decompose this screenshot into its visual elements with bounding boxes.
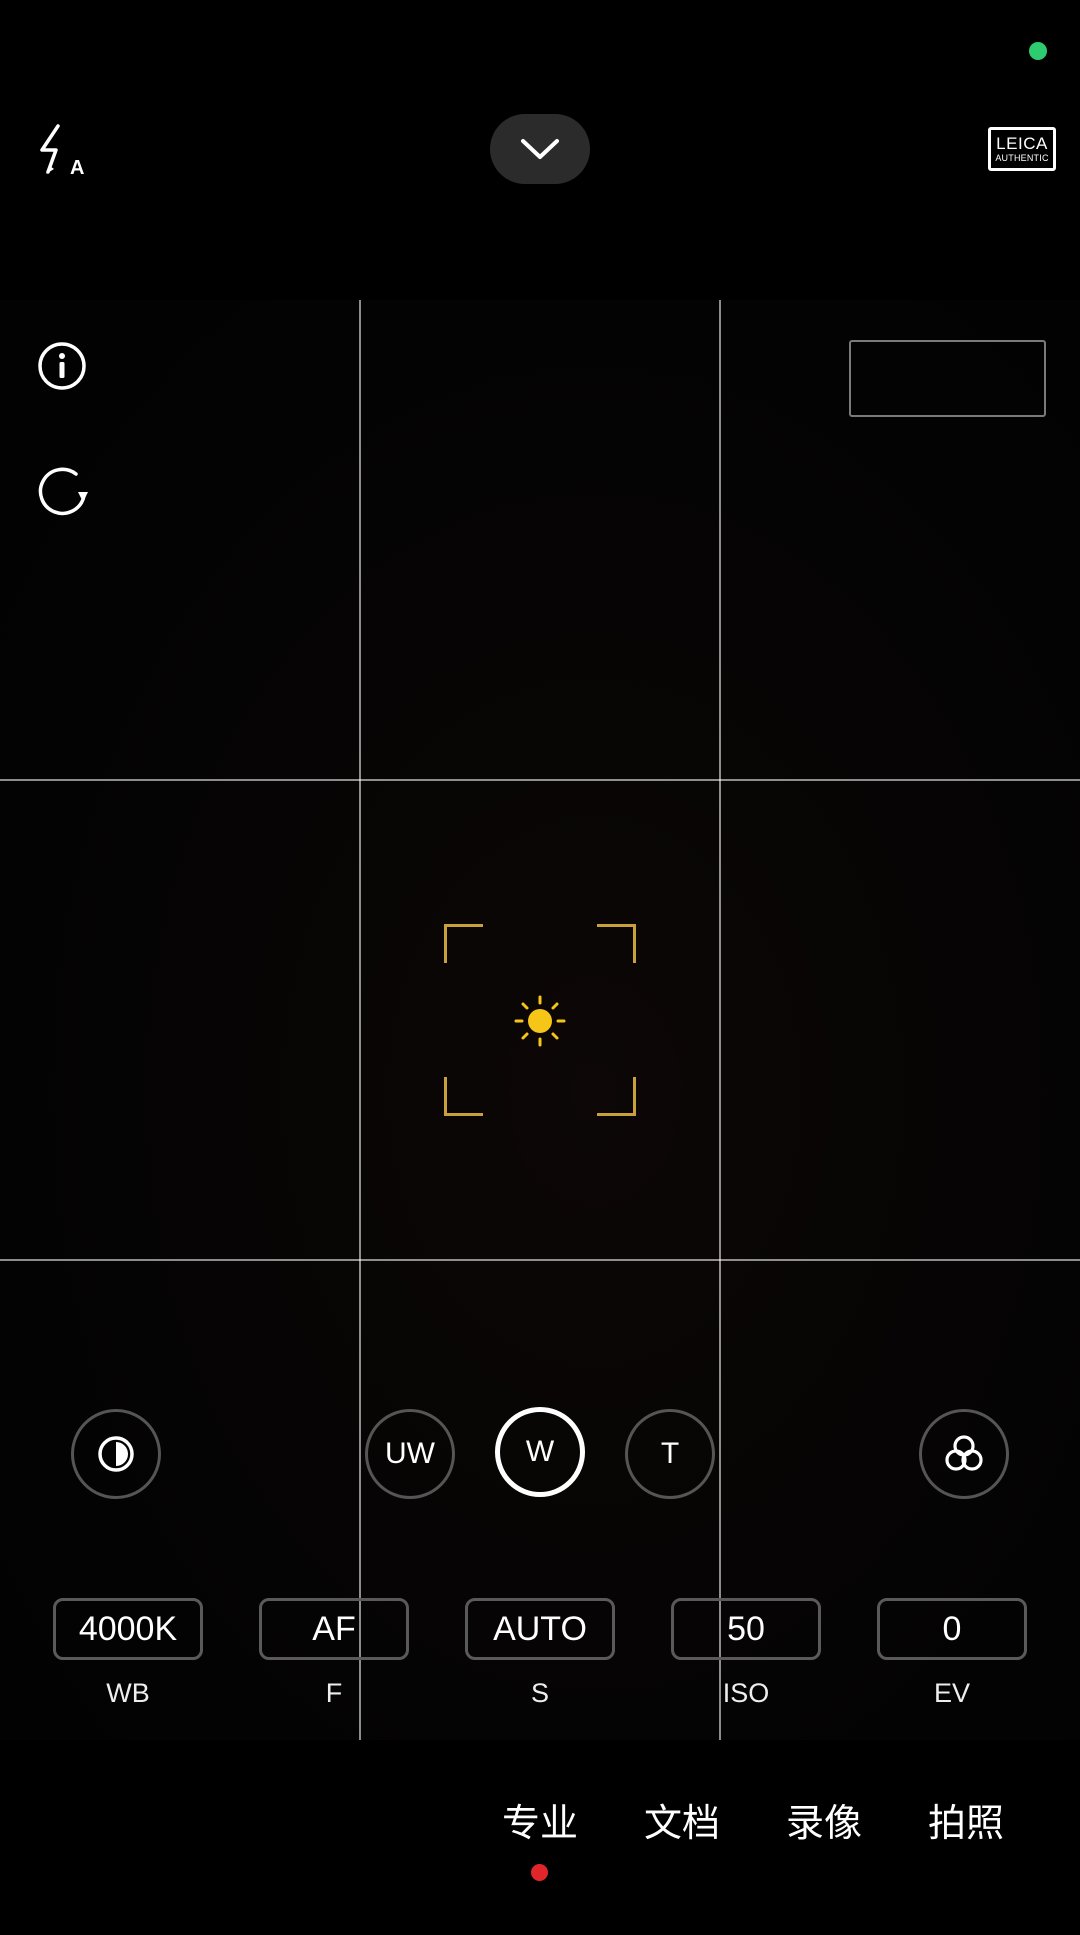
param-ev[interactable]: 0 EV	[877, 1598, 1027, 1709]
active-mode-indicator	[531, 1864, 548, 1881]
preview-box[interactable]	[849, 340, 1046, 417]
focus-corner-top-left	[444, 924, 483, 963]
focus-corner-top-right	[597, 924, 636, 963]
filters-button[interactable]	[919, 1409, 1009, 1499]
grid-line-horizontal-1	[0, 779, 1080, 781]
rotate-icon	[38, 467, 88, 516]
focus-corner-bottom-left	[444, 1077, 483, 1116]
grid-line-horizontal-2	[0, 1259, 1080, 1261]
param-wb[interactable]: 4000K WB	[53, 1598, 203, 1709]
focus-corner-bottom-right	[597, 1077, 636, 1116]
sun-icon	[514, 995, 566, 1047]
chevron-down-icon	[521, 139, 559, 159]
param-iso-value[interactable]: 50	[671, 1598, 821, 1660]
lens-t-button[interactable]: T	[625, 1409, 715, 1499]
mode-video[interactable]: 录像	[774, 1792, 874, 1847]
param-f-label: F	[325, 1678, 343, 1708]
flash-auto-icon: A	[40, 124, 84, 179]
param-s[interactable]: AUTO S	[465, 1598, 615, 1709]
param-ev-value[interactable]: 0	[877, 1598, 1027, 1660]
contrast-button[interactable]	[71, 1409, 161, 1499]
lens-uw-button[interactable]: UW	[365, 1409, 455, 1499]
param-f[interactable]: AF F	[259, 1598, 409, 1709]
rotate-button[interactable]	[36, 462, 94, 520]
param-iso-label: ISO	[722, 1678, 770, 1708]
mode-document[interactable]: 文档	[632, 1792, 732, 1847]
lens-w-button[interactable]: W	[495, 1407, 585, 1497]
mode-pro[interactable]: 专业	[490, 1792, 590, 1847]
flash-button[interactable]: A	[36, 122, 92, 179]
param-wb-value[interactable]: 4000K	[53, 1598, 203, 1660]
leica-badge-subtitle: AUTHENTIC	[995, 153, 1049, 163]
grid-line-vertical-1	[359, 300, 361, 1740]
param-ev-label: EV	[933, 1678, 971, 1708]
leica-badge-title: LEICA	[996, 134, 1048, 153]
contrast-icon	[98, 1436, 134, 1472]
lens-w-label: W	[525, 1435, 555, 1468]
param-iso[interactable]: 50 ISO	[671, 1598, 821, 1709]
info-icon	[38, 342, 86, 390]
param-f-value[interactable]: AF	[259, 1598, 409, 1660]
filters-icon	[945, 1435, 983, 1471]
collapse-button[interactable]	[490, 114, 590, 184]
grid-line-vertical-2	[719, 300, 721, 1740]
lens-uw-label: UW	[385, 1437, 435, 1470]
leica-badge[interactable]: LEICA AUTHENTIC	[988, 127, 1056, 171]
param-wb-label: WB	[106, 1678, 150, 1708]
lens-t-label: T	[660, 1437, 680, 1470]
exposure-sun-button[interactable]	[514, 995, 566, 1047]
param-s-label: S	[530, 1678, 549, 1708]
param-s-value[interactable]: AUTO	[465, 1598, 615, 1660]
svg-text:A: A	[70, 157, 84, 178]
camera-in-use-indicator	[1029, 42, 1047, 60]
mode-photo[interactable]: 拍照	[916, 1792, 1016, 1847]
info-button[interactable]	[36, 340, 88, 392]
